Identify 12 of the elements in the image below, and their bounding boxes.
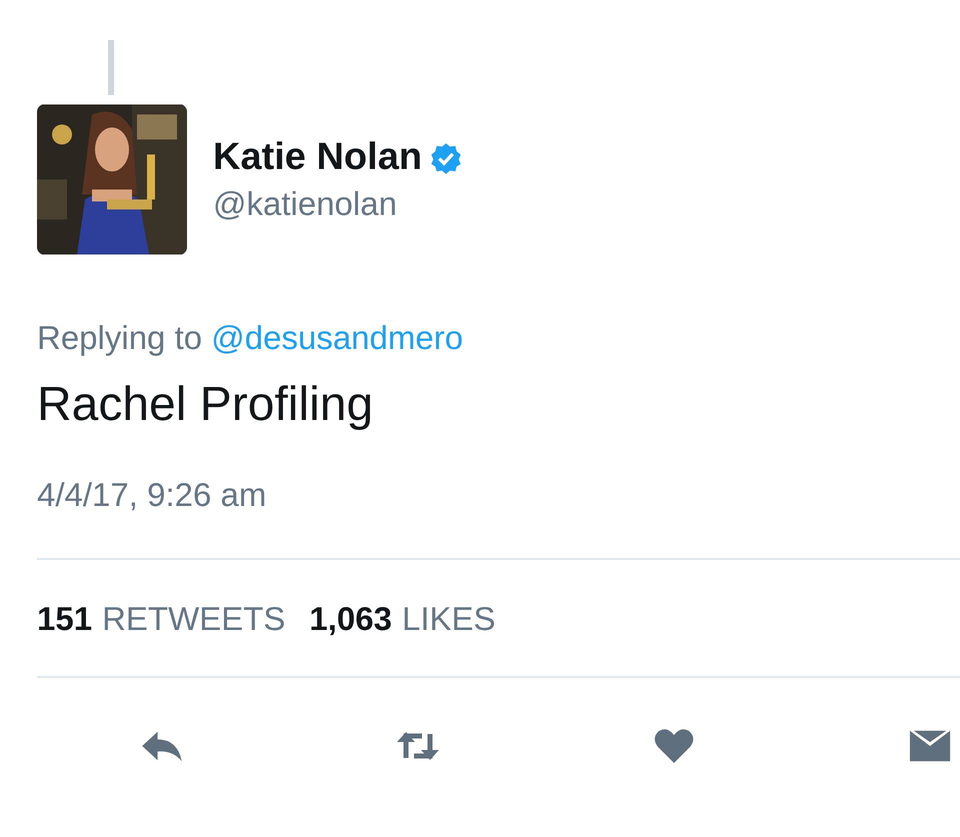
heart-icon[interactable] [652, 728, 696, 764]
stat-label: RETWEETS [102, 600, 286, 638]
author-name[interactable]: Katie Nolan [213, 136, 422, 179]
stat-count: 151 [37, 600, 92, 638]
timestamp: 4/4/17, 9:26 am [37, 476, 268, 514]
author-handle[interactable]: @katienolan [213, 185, 462, 223]
stat-label: LIKES [402, 600, 496, 638]
tweet-text: Rachel Profiling [37, 377, 374, 432]
stat-count: 1,063 [309, 600, 392, 638]
mention-link[interactable]: @desusandmero [211, 319, 464, 356]
replying-to-text: Replying to @desusandmero [37, 319, 464, 357]
envelope-icon[interactable] [908, 728, 952, 764]
